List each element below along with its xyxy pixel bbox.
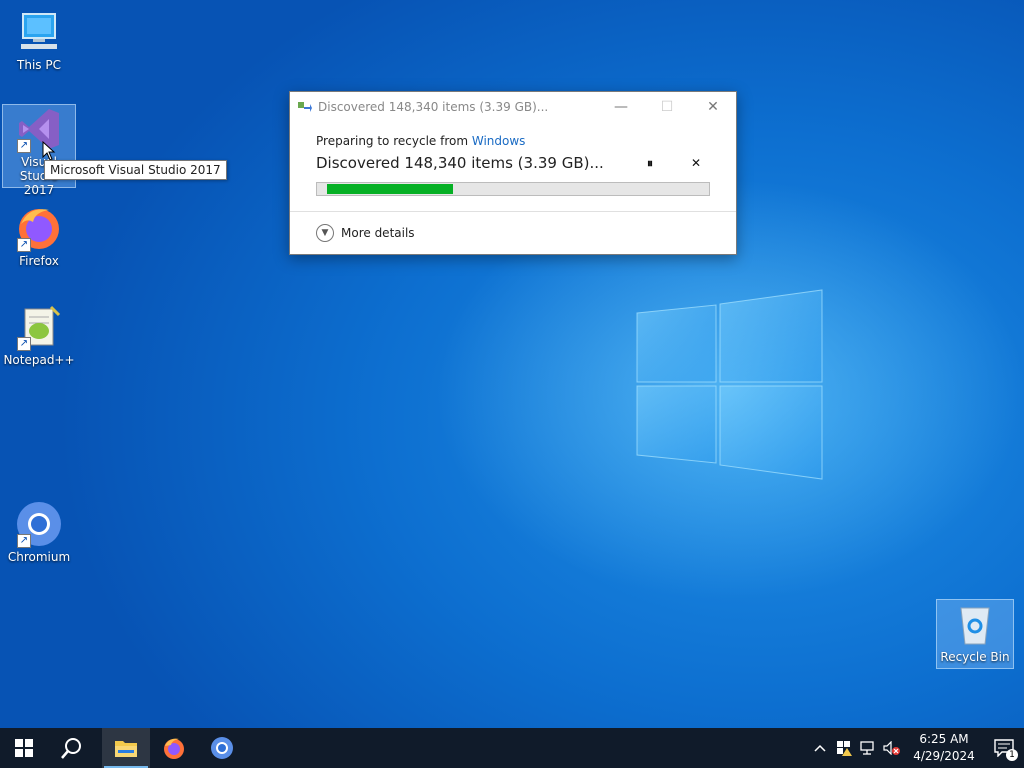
dialog-title: Discovered 148,340 items (3.39 GB)... bbox=[318, 100, 549, 114]
minimize-button[interactable]: — bbox=[598, 92, 644, 122]
dialog-divider bbox=[290, 211, 736, 212]
volume-muted-icon bbox=[883, 741, 900, 755]
mouse-cursor-icon bbox=[42, 141, 56, 161]
preparing-text: Preparing to recycle from Windows bbox=[316, 134, 710, 148]
start-button[interactable] bbox=[0, 728, 48, 768]
chromium-icon: ↗ bbox=[15, 500, 63, 548]
taskbar: 6:25 AM 4/29/2024 1 bbox=[0, 728, 1024, 768]
chevron-down-icon: ▼ bbox=[316, 224, 334, 242]
notification-count-badge: 1 bbox=[1006, 749, 1018, 761]
clock-date: 4/29/2024 bbox=[913, 749, 975, 763]
network-icon bbox=[860, 741, 874, 755]
dialog-titlebar[interactable]: Discovered 148,340 items (3.39 GB)... — … bbox=[290, 92, 736, 122]
recycle-progress-dialog: Discovered 148,340 items (3.39 GB)... — … bbox=[289, 91, 737, 255]
action-center-button[interactable]: 1 bbox=[984, 728, 1024, 768]
preparing-prefix: Preparing to recycle from bbox=[316, 134, 472, 148]
file-operation-icon bbox=[298, 100, 312, 114]
search-button[interactable] bbox=[48, 728, 96, 768]
taskbar-firefox[interactable] bbox=[150, 728, 198, 768]
desktop-icon-chromium[interactable]: ↗ Chromium bbox=[3, 500, 75, 564]
progress-fill bbox=[327, 184, 453, 194]
close-button[interactable]: ✕ bbox=[690, 92, 736, 122]
shortcut-arrow-icon: ↗ bbox=[17, 238, 31, 252]
shortcut-arrow-icon: ↗ bbox=[17, 139, 31, 153]
desktop-icon-label: Firefox bbox=[19, 254, 59, 268]
chevron-up-icon bbox=[814, 744, 826, 752]
desktop-icon-recycle-bin[interactable]: Recycle Bin bbox=[936, 599, 1014, 669]
notepad-plus-plus-icon: ↗ bbox=[15, 303, 63, 351]
shortcut-arrow-icon: ↗ bbox=[17, 337, 31, 351]
recycle-bin-icon bbox=[951, 600, 999, 648]
search-icon bbox=[61, 738, 81, 759]
taskbar-clock[interactable]: 6:25 AM 4/29/2024 bbox=[904, 731, 984, 765]
desktop-icon-label: Notepad++ bbox=[3, 353, 75, 367]
taskbar-chromium[interactable] bbox=[198, 728, 246, 768]
desktop-icon-notepad-plus-plus[interactable]: ↗ Notepad++ bbox=[3, 303, 75, 367]
show-hidden-icons-button[interactable] bbox=[808, 728, 832, 768]
desktop-icon-firefox[interactable]: ↗ Firefox bbox=[3, 204, 75, 268]
file-explorer-icon bbox=[115, 741, 137, 757]
system-tray: 6:25 AM 4/29/2024 1 bbox=[808, 728, 1024, 768]
taskbar-file-explorer[interactable] bbox=[102, 728, 150, 768]
windows-start-icon bbox=[15, 739, 33, 757]
this-pc-icon bbox=[15, 8, 63, 56]
pause-button[interactable]: ⏸ bbox=[636, 152, 664, 174]
desktop-icon-label: Chromium bbox=[7, 550, 71, 564]
progress-bar bbox=[316, 182, 710, 196]
desktop-icon-label: This PC bbox=[17, 58, 61, 72]
clock-time: 6:25 AM bbox=[919, 732, 969, 746]
discovered-status: Discovered 148,340 items (3.39 GB)... bbox=[316, 154, 604, 172]
chromium-icon bbox=[211, 737, 233, 759]
desktop-icon-label: Recycle Bin bbox=[940, 650, 1010, 664]
volume-tray-button[interactable] bbox=[880, 728, 904, 768]
security-tray-button[interactable] bbox=[832, 728, 856, 768]
maximize-button: ☐ bbox=[660, 99, 674, 115]
tooltip: Microsoft Visual Studio 2017 bbox=[44, 160, 227, 180]
source-location-link[interactable]: Windows bbox=[472, 134, 526, 148]
desktop-icon-this-pc[interactable]: This PC bbox=[3, 8, 75, 72]
more-details-toggle[interactable]: ▼ More details bbox=[316, 224, 415, 242]
firefox-icon bbox=[164, 738, 184, 759]
cancel-button[interactable]: ✕ bbox=[682, 152, 710, 174]
network-tray-button[interactable] bbox=[856, 728, 880, 768]
firefox-icon: ↗ bbox=[15, 204, 63, 252]
windows-security-warning-icon bbox=[837, 741, 852, 756]
more-details-label: More details bbox=[341, 226, 415, 240]
shortcut-arrow-icon: ↗ bbox=[17, 534, 31, 548]
